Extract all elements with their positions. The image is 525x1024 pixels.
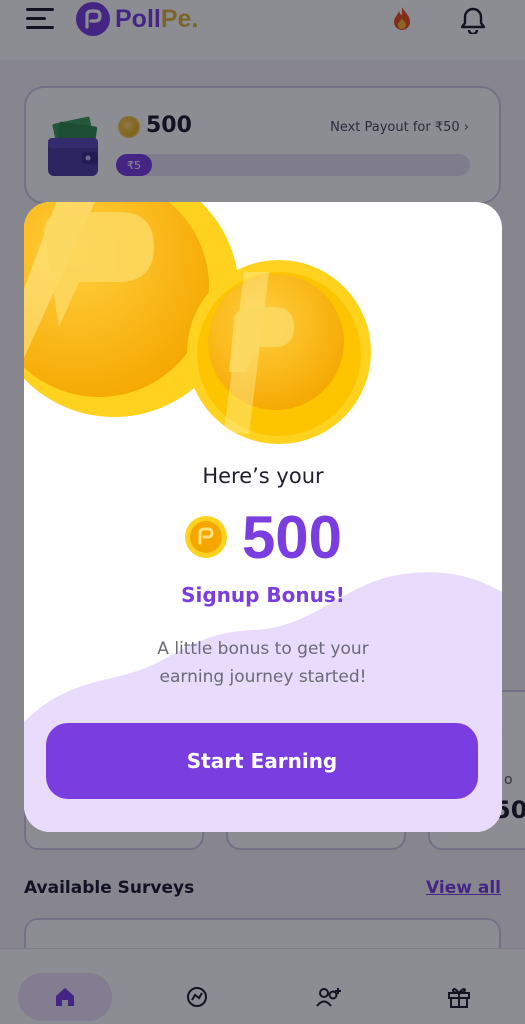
bonus-amount-row: 500	[24, 502, 502, 572]
bonus-heading: Here’s your	[202, 464, 324, 488]
start-earning-button[interactable]: Start Earning	[46, 723, 478, 799]
coin-icon	[184, 516, 227, 558]
bonus-description: A little bonus to get your earning journ…	[157, 639, 369, 687]
signup-bonus-modal: Here’s your 500 Signup Bonus! A little b…	[24, 202, 502, 832]
bonus-amount: 500	[241, 503, 343, 571]
bonus-title: Signup Bonus!	[181, 583, 345, 607]
gold-coins-illustration	[24, 202, 371, 444]
